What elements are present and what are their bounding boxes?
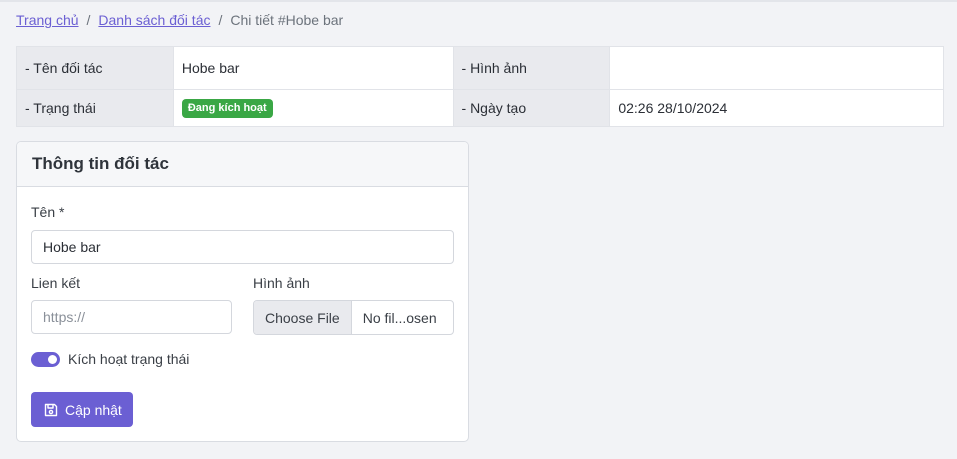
partner-info-card: Thông tin đối tác Tên * Lien kết Hình ản…	[16, 141, 469, 442]
card-header: Thông tin đối tác	[17, 142, 468, 187]
status-badge: Đang kích hoạt	[181, 99, 273, 118]
breadcrumb-current: Chi tiết #Hobe bar	[230, 12, 344, 28]
choose-file-button[interactable]: Choose File	[254, 301, 352, 334]
breadcrumb-partner-list-link[interactable]: Danh sách đối tác	[98, 12, 210, 28]
toggle-knob	[48, 354, 57, 364]
partner-summary-table: - Tên đối tác Hobe bar - Hình ảnh - Trạn…	[16, 46, 944, 127]
breadcrumb-home-link[interactable]: Trang chủ	[16, 12, 79, 28]
created-date-label: - Ngày tạo	[452, 89, 611, 127]
name-field[interactable]	[31, 230, 454, 264]
created-date-value: 02:26 28/10/2024	[609, 89, 944, 127]
breadcrumb: Trang chủ / Danh sách đối tác / Chi tiết…	[16, 12, 343, 28]
card-title: Thông tin đối tác	[32, 154, 169, 173]
breadcrumb-separator: /	[86, 12, 91, 28]
partner-name-value: Hobe bar	[172, 46, 454, 90]
update-button-label: Cập nhật	[65, 401, 122, 418]
image-file-input[interactable]: Choose File No fil...osen	[253, 300, 454, 335]
status-toggle-label[interactable]: Kích hoạt trạng thái	[68, 351, 189, 367]
breadcrumb-separator: /	[218, 12, 223, 28]
name-field-label: Tên *	[31, 204, 65, 220]
link-field-label: Lien kết	[31, 275, 81, 291]
partner-image-label: - Hình ảnh	[452, 46, 611, 90]
update-button[interactable]: Cập nhật	[31, 392, 133, 427]
file-name-text: No fil...osen	[362, 309, 437, 326]
link-field[interactable]	[31, 300, 232, 334]
partner-image-value	[609, 46, 944, 90]
table-row: - Trạng thái Đang kích hoạt - Ngày tạo 0…	[16, 89, 944, 127]
status-toggle-row: Kích hoạt trạng thái	[31, 351, 189, 367]
partner-status-label: - Trạng thái	[16, 89, 174, 127]
status-toggle[interactable]	[31, 351, 60, 367]
partner-status-cell: Đang kích hoạt	[172, 89, 454, 127]
table-row: - Tên đối tác Hobe bar - Hình ảnh	[16, 46, 944, 90]
partner-name-label: - Tên đối tác	[16, 46, 174, 90]
save-icon	[43, 402, 59, 418]
image-field-label: Hình ảnh	[253, 275, 310, 291]
